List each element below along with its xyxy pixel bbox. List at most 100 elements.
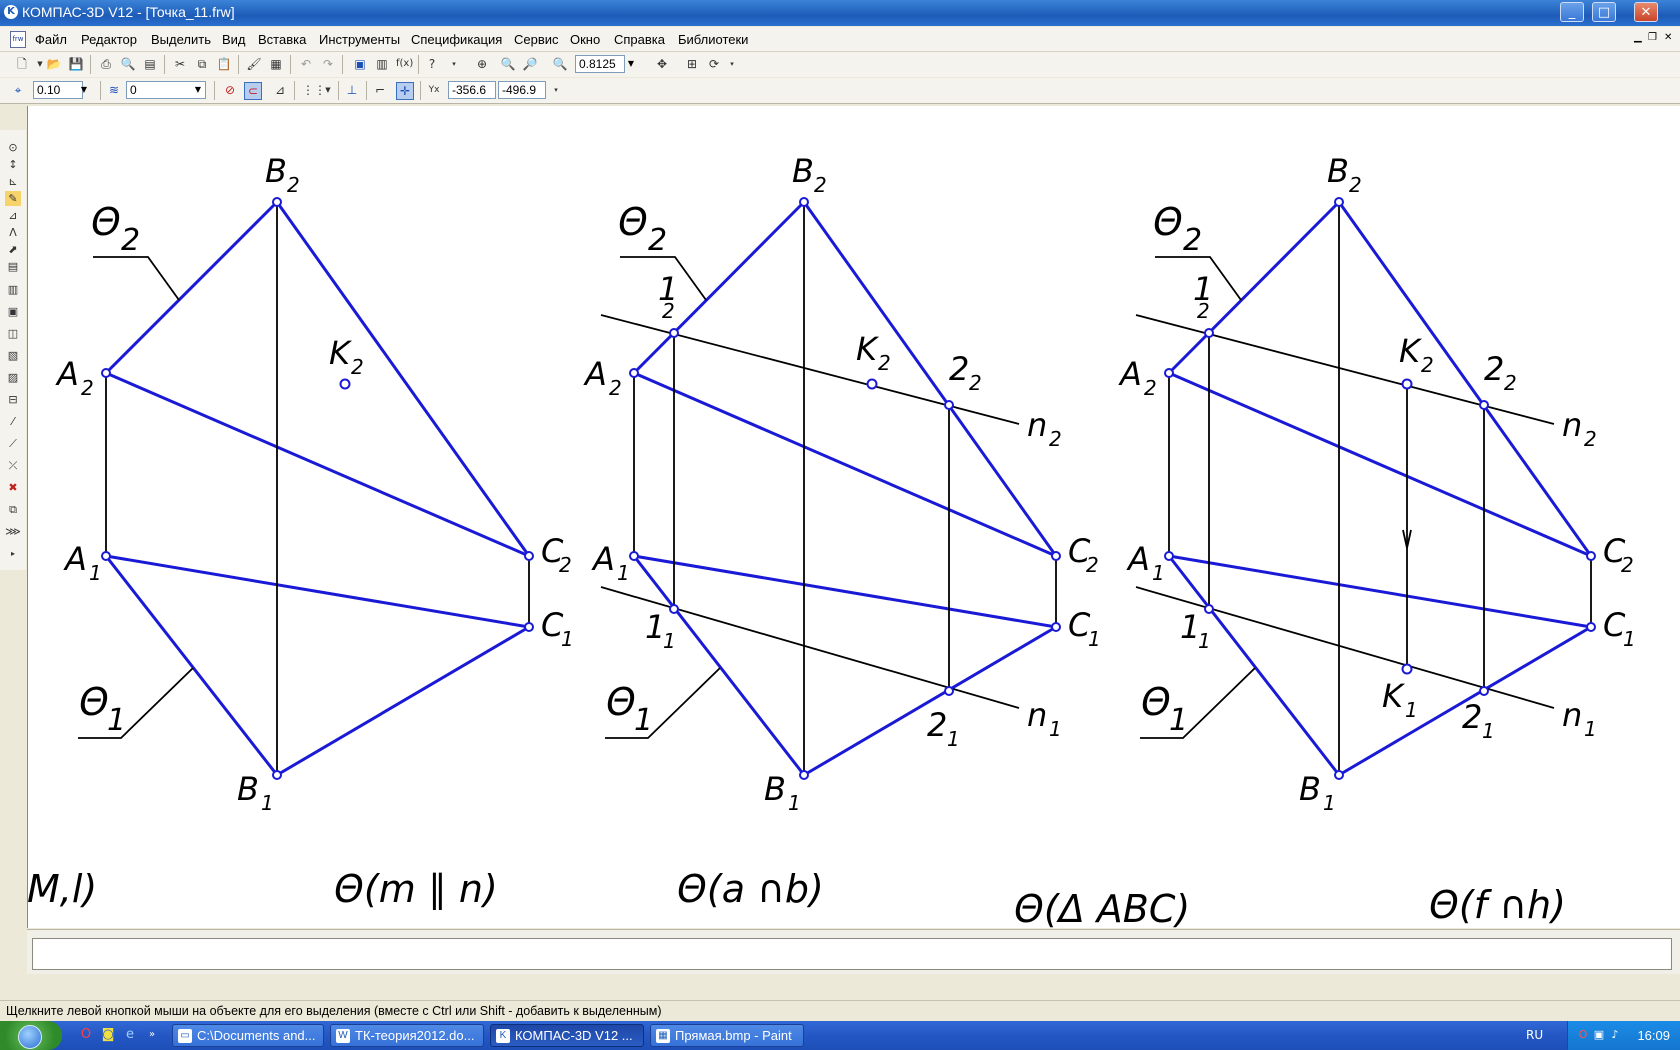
hatch-icon[interactable]: ⁄ xyxy=(5,414,21,429)
menu-view[interactable]: Вид xyxy=(222,32,246,47)
help-pointer-icon[interactable]: ? xyxy=(424,56,440,72)
redo-icon[interactable]: ↷ xyxy=(320,56,336,72)
tray-opera-icon[interactable]: O xyxy=(1576,1028,1590,1042)
save-icon[interactable]: 💾 xyxy=(68,56,84,72)
quicklaunch-app-icon[interactable]: ◙ xyxy=(100,1027,116,1043)
zoom-scale-field[interactable]: 0.8125 xyxy=(575,55,625,73)
spec-icon[interactable]: ▥ xyxy=(5,282,21,297)
refresh-icon[interactable]: ⟳ xyxy=(706,56,722,72)
task-explorer[interactable]: ▭ C:\Documents and... xyxy=(172,1024,324,1047)
copy-icon[interactable]: ⧉ xyxy=(194,56,210,72)
doc-close-icon[interactable]: ✕ xyxy=(1664,32,1672,43)
designations-icon[interactable]: ⊾ xyxy=(5,174,21,189)
paste-icon[interactable]: 📋 xyxy=(216,56,232,72)
toolbar-overflow2-icon[interactable]: ▾ xyxy=(724,56,740,72)
associative-views-icon[interactable]: ▤ xyxy=(5,259,21,274)
table-icon[interactable]: ▦ xyxy=(268,56,284,72)
maximize-button[interactable]: □ xyxy=(1592,2,1616,22)
local-snap-icon[interactable]: ⊿ xyxy=(272,82,288,98)
menu-specification[interactable]: Спецификация xyxy=(411,32,502,47)
break-icon[interactable]: ⤫ xyxy=(5,458,21,473)
start-button[interactable] xyxy=(0,1021,62,1050)
layer-dropdown-icon[interactable]: ▼ xyxy=(192,82,204,98)
task-word[interactable]: W ТК-теория2012.do... xyxy=(330,1024,484,1047)
format-painter-icon[interactable]: 🖌 xyxy=(246,56,262,72)
menu-file[interactable]: Файл xyxy=(35,32,67,47)
print-icon[interactable]: ⎙ xyxy=(98,56,114,72)
insert-view-icon[interactable]: ▧ xyxy=(5,348,21,363)
task-paint[interactable]: ▦ Прямая.bmp - Paint xyxy=(650,1024,804,1047)
zoom-window-icon[interactable]: ⊕ xyxy=(474,56,490,72)
variables-icon[interactable]: f(x) xyxy=(396,56,413,72)
kompas-app-icon[interactable]: K xyxy=(4,5,18,19)
doc-minimize-icon[interactable]: ▁ xyxy=(1634,32,1642,43)
ortho-icon[interactable]: ⌐ xyxy=(372,82,388,98)
command-input-area[interactable] xyxy=(32,938,1672,970)
show-all-icon[interactable]: ⊞ xyxy=(684,56,700,72)
document-icon[interactable]: frw xyxy=(10,31,26,48)
more-tools-icon[interactable]: ▸ xyxy=(5,546,21,561)
properties-icon[interactable]: ▤ xyxy=(142,56,158,72)
print-preview-icon[interactable]: 🔍 xyxy=(120,56,136,72)
grid-icon[interactable]: ⋮⋮ xyxy=(302,82,326,98)
coord-y-field[interactable]: -496.9 xyxy=(498,81,546,99)
drawing-canvas[interactable]: Θ 2 Θ 1 B 2 A 2 K 2 A 1 C 2 C 1 B 1 Θ 2 … xyxy=(27,106,1680,928)
trim-icon[interactable]: ⟋ xyxy=(5,436,21,451)
opera-icon[interactable]: O xyxy=(78,1027,94,1043)
snap-icon[interactable]: ⊘ xyxy=(222,82,238,98)
local-cs-icon[interactable]: ⊥ xyxy=(344,82,360,98)
round-coord-icon[interactable]: ✛ xyxy=(396,82,414,100)
layers-icon[interactable]: ≋ xyxy=(106,82,122,98)
quicklaunch-more-icon[interactable]: » xyxy=(144,1027,160,1043)
layers-view-icon[interactable]: ▨ xyxy=(5,370,21,385)
library-icon[interactable]: ▥ xyxy=(374,56,390,72)
menu-help[interactable]: Справка xyxy=(614,32,665,47)
dimensions-icon[interactable]: ↕ xyxy=(5,157,21,172)
zoom-scale-icon[interactable]: 🔍 xyxy=(552,56,568,72)
menu-libraries[interactable]: Библиотеки xyxy=(678,32,748,47)
delete-icon[interactable]: ✖ xyxy=(5,480,21,495)
toolbar-overflow-icon[interactable]: ▾ xyxy=(446,56,462,72)
close-button[interactable]: ✕ xyxy=(1634,2,1658,22)
menu-service[interactable]: Сервис xyxy=(514,32,559,47)
grid-dropdown-icon[interactable]: ▼ xyxy=(320,82,336,98)
menu-insert[interactable]: Вставка xyxy=(258,32,306,47)
open-icon[interactable]: 📂 xyxy=(46,56,62,72)
stamp-icon[interactable]: ⊟ xyxy=(5,392,21,407)
fragment-icon[interactable]: ◫ xyxy=(5,326,21,341)
language-indicator[interactable]: RU xyxy=(1526,1028,1543,1042)
new-document-icon[interactable]: 🗋 xyxy=(14,56,30,72)
toolbar-overflow3-icon[interactable]: ▾ xyxy=(548,82,564,98)
parametrization-icon[interactable]: ⊿ xyxy=(5,208,21,223)
manager-icon[interactable]: ▣ xyxy=(352,56,368,72)
doc-restore-icon[interactable]: ❐ xyxy=(1648,32,1657,43)
undo-icon[interactable]: ↶ xyxy=(298,56,314,72)
editing-icon[interactable]: ✎ xyxy=(5,191,21,206)
menu-select[interactable]: Выделить xyxy=(151,32,211,47)
coord-x-field[interactable]: -356.6 xyxy=(448,81,496,99)
tray-volume-icon[interactable]: ♪ xyxy=(1608,1028,1622,1042)
tray-network-icon[interactable]: ▣ xyxy=(1592,1028,1606,1042)
step-dropdown-icon[interactable]: ▼ xyxy=(78,82,90,98)
measure-icon[interactable]: Ʌ xyxy=(5,225,21,240)
copy-objects-icon[interactable]: ⧉ xyxy=(5,502,21,517)
minimize-button[interactable]: _ xyxy=(1560,2,1584,22)
zoom-out-icon[interactable]: 🔎 xyxy=(522,56,538,72)
zoom-in-icon[interactable]: 🔍 xyxy=(500,56,516,72)
menu-window[interactable]: Окно xyxy=(570,32,600,47)
menu-tools[interactable]: Инструменты xyxy=(319,32,400,47)
geometry-icon[interactable]: ⊙ xyxy=(5,140,21,155)
pan-icon[interactable]: ✥ xyxy=(654,56,670,72)
array-icon[interactable]: ⋙ xyxy=(5,524,21,539)
task-kompas[interactable]: K КОМПАС-3D V12 ... xyxy=(490,1024,644,1047)
zoom-dropdown-icon[interactable]: ▼ xyxy=(625,56,637,72)
ie-icon[interactable]: e xyxy=(122,1027,138,1043)
cursor-step-field[interactable]: 0.10 xyxy=(33,81,83,99)
step-cursor-icon[interactable]: ⌖ xyxy=(10,82,26,98)
report-icon[interactable]: ▣ xyxy=(5,304,21,319)
clock[interactable]: 16:09 xyxy=(1637,1028,1670,1043)
cut-icon[interactable]: ✂ xyxy=(172,56,188,72)
snap-magnet-icon[interactable]: ⊂ xyxy=(244,82,262,100)
menu-edit[interactable]: Редактор xyxy=(81,32,137,47)
selection-icon[interactable]: ⬈ xyxy=(5,242,21,257)
